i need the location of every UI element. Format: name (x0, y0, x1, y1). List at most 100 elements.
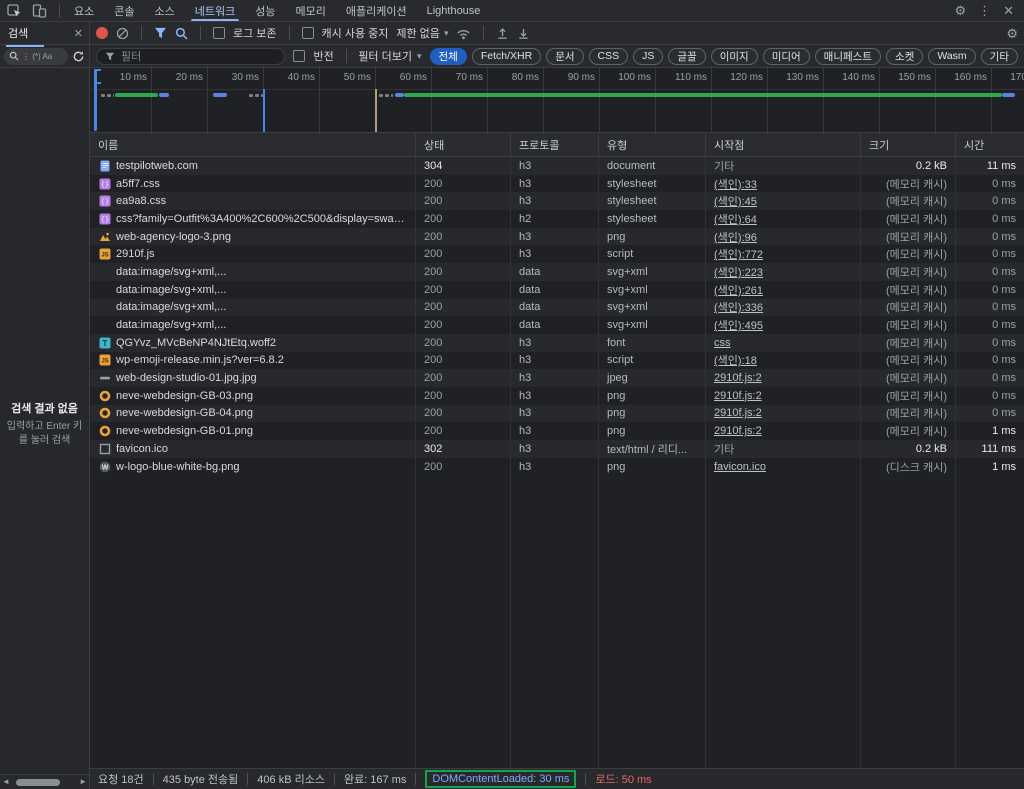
cell-initiator[interactable]: 2910f.js:2 (705, 405, 860, 423)
overview-selection-grip[interactable] (94, 69, 101, 84)
column-header-상태[interactable]: 상태 (415, 133, 510, 156)
filter-chip-CSS[interactable]: CSS (589, 48, 629, 65)
cell-name[interactable]: Ww-logo-blue-white-bg.png (90, 458, 415, 476)
cell-initiator[interactable]: (색인):336 (705, 299, 860, 317)
tab-search[interactable]: 검색 (6, 22, 30, 44)
table-row[interactable]: {}a5ff7.css200h3stylesheet(색인):33(메모리 캐시… (90, 175, 1024, 193)
cell-initiator[interactable]: css (705, 334, 860, 352)
cell-name[interactable]: neve-webdesign-GB-03.png (90, 387, 415, 405)
column-header-유형[interactable]: 유형 (598, 133, 705, 156)
tab-콘솔[interactable]: 콘솔 (104, 0, 144, 21)
scroll-right-icon[interactable]: ► (79, 778, 87, 786)
filter-chip-기타[interactable]: 기타 (981, 48, 1018, 65)
disable-cache-checkbox[interactable] (302, 27, 314, 39)
column-header-이름[interactable]: 이름 (90, 133, 415, 156)
scrollbar-thumb[interactable] (16, 779, 60, 786)
network-overview-timeline[interactable]: 10 ms20 ms30 ms40 ms50 ms60 ms70 ms80 ms… (90, 68, 1024, 133)
cell-name[interactable]: TQGYvz_MVcBeNP4NJtEtq.woff2 (90, 334, 415, 352)
filter-toggle-icon[interactable] (154, 27, 167, 39)
more-filters-dropdown[interactable]: 필터 더보기 ▾ (358, 48, 421, 64)
close-search-icon[interactable]: ✕ (74, 27, 83, 40)
table-row[interactable]: neve-webdesign-GB-04.png200h3png2910f.js… (90, 405, 1024, 423)
inspect-element-icon[interactable] (7, 4, 22, 18)
refresh-icon[interactable] (72, 50, 85, 63)
cell-name[interactable]: data:image/svg+xml,... (90, 263, 415, 281)
invert-filter-checkbox[interactable] (293, 50, 305, 62)
column-header-시간[interactable]: 시간 (955, 133, 1024, 156)
device-toolbar-icon[interactable] (32, 4, 47, 18)
filter-chip-이미지[interactable]: 이미지 (711, 48, 758, 65)
cell-name[interactable]: {}css?family=Outfit%3A400%2C600%2C500&di… (90, 210, 415, 228)
cell-name[interactable]: {}a5ff7.css (90, 175, 415, 193)
filter-chip-글꼴[interactable]: 글꼴 (668, 48, 705, 65)
import-har-icon[interactable] (496, 27, 509, 40)
cell-initiator[interactable]: (색인):495 (705, 316, 860, 334)
scroll-left-icon[interactable]: ◄ (2, 778, 10, 786)
close-devtools-icon[interactable]: ✕ (1003, 4, 1014, 17)
filter-chip-소켓[interactable]: 소켓 (886, 48, 923, 65)
table-row[interactable]: Ww-logo-blue-white-bg.png200h3pngfavicon… (90, 458, 1024, 476)
cell-name[interactable]: data:image/svg+xml,... (90, 316, 415, 334)
cell-initiator[interactable]: (색인):96 (705, 228, 860, 246)
filter-chip-Fetch/XHR[interactable]: Fetch/XHR (472, 48, 541, 65)
cell-name[interactable]: JSwp-emoji-release.min.js?ver=6.8.2 (90, 352, 415, 370)
cell-initiator[interactable]: 2910f.js:2 (705, 387, 860, 405)
table-row[interactable]: data:image/svg+xml,...200datasvg+xml(색인)… (90, 281, 1024, 299)
clear-network-log-button[interactable] (116, 27, 129, 40)
table-row[interactable]: testpilotweb.com304h3document기타0.2 kB11 … (90, 157, 1024, 175)
table-row[interactable]: favicon.ico302h3text/html / 리디...기타0.2 k… (90, 440, 1024, 458)
filter-chip-문서[interactable]: 문서 (546, 48, 583, 65)
cell-name[interactable]: favicon.ico (90, 440, 415, 458)
cell-name[interactable]: data:image/svg+xml,... (90, 281, 415, 299)
table-row[interactable]: JSwp-emoji-release.min.js?ver=6.8.2200h3… (90, 352, 1024, 370)
table-row[interactable]: TQGYvz_MVcBeNP4NJtEtq.woff2200h3fontcss(… (90, 334, 1024, 352)
cell-initiator[interactable]: (색인):64 (705, 210, 860, 228)
kebab-menu-icon[interactable]: ⋮ (978, 4, 991, 17)
search-option-toggles[interactable]: ⋮ (*) Aa (22, 52, 52, 61)
tab-애플리케이션[interactable]: 애플리케이션 (336, 0, 417, 21)
column-header-크기[interactable]: 크기 (860, 133, 955, 156)
table-row[interactable]: web-agency-logo-3.png200h3png(색인):96(메모리… (90, 228, 1024, 246)
cell-name[interactable]: neve-webdesign-GB-04.png (90, 405, 415, 423)
table-row[interactable]: {}ea9a8.css200h3stylesheet(색인):45(메모리 캐시… (90, 192, 1024, 210)
record-network-log-button[interactable] (96, 27, 108, 39)
cell-initiator[interactable]: (색인):772 (705, 245, 860, 263)
search-input[interactable]: ⋮ (*) Aa (4, 48, 68, 65)
network-conditions-icon[interactable] (456, 27, 471, 40)
table-row[interactable]: data:image/svg+xml,...200datasvg+xml(색인)… (90, 299, 1024, 317)
cell-name[interactable]: web-design-studio-01.jpg.jpg (90, 369, 415, 387)
network-settings-gear-icon[interactable]: ⚙ (1006, 27, 1018, 40)
cell-name[interactable]: testpilotweb.com (90, 157, 415, 175)
cell-initiator[interactable]: (색인):18 (705, 352, 860, 370)
cell-initiator[interactable]: 2910f.js:2 (705, 369, 860, 387)
filter-chip-Wasm[interactable]: Wasm (928, 48, 975, 65)
sidebar-horizontal-scrollbar[interactable]: ◄ ► (0, 774, 89, 789)
cell-initiator[interactable]: 2910f.js:2 (705, 422, 860, 440)
throttling-select[interactable]: 제한 없음 ▾ (396, 25, 448, 41)
table-row[interactable]: JS2910f.js200h3script(색인):772(메모리 캐시)0 m… (90, 245, 1024, 263)
cell-initiator[interactable]: (색인):45 (705, 192, 860, 210)
cell-name[interactable]: JS2910f.js (90, 245, 415, 263)
table-row[interactable]: data:image/svg+xml,...200datasvg+xml(색인)… (90, 316, 1024, 334)
cell-name[interactable]: neve-webdesign-GB-01.png (90, 422, 415, 440)
cell-initiator[interactable]: (색인):261 (705, 281, 860, 299)
column-header-시작점[interactable]: 시작점 (705, 133, 860, 156)
table-row[interactable]: neve-webdesign-GB-01.png200h3png2910f.js… (90, 422, 1024, 440)
filter-chip-JS[interactable]: JS (633, 48, 663, 65)
tab-소스[interactable]: 소스 (145, 0, 185, 21)
table-row[interactable]: neve-webdesign-GB-03.png200h3png2910f.js… (90, 387, 1024, 405)
cell-name[interactable]: web-agency-logo-3.png (90, 228, 415, 246)
tab-성능[interactable]: 성능 (245, 0, 285, 21)
cell-initiator[interactable]: (색인):33 (705, 175, 860, 193)
tab-네트워크[interactable]: 네트워크 (185, 0, 245, 21)
table-row[interactable]: web-design-studio-01.jpg.jpg200h3jpeg291… (90, 369, 1024, 387)
cell-name[interactable]: {}ea9a8.css (90, 192, 415, 210)
export-har-icon[interactable] (517, 27, 530, 40)
filter-chip-미디어[interactable]: 미디어 (763, 48, 810, 65)
table-row[interactable]: {}css?family=Outfit%3A400%2C600%2C500&di… (90, 210, 1024, 228)
tab-요소[interactable]: 요소 (64, 0, 104, 21)
filter-input[interactable]: 필터 (96, 48, 285, 65)
tab-메모리[interactable]: 메모리 (285, 0, 335, 21)
filter-chip-전체[interactable]: 전체 (430, 48, 467, 65)
column-header-프로토콜[interactable]: 프로토콜 (510, 133, 598, 156)
